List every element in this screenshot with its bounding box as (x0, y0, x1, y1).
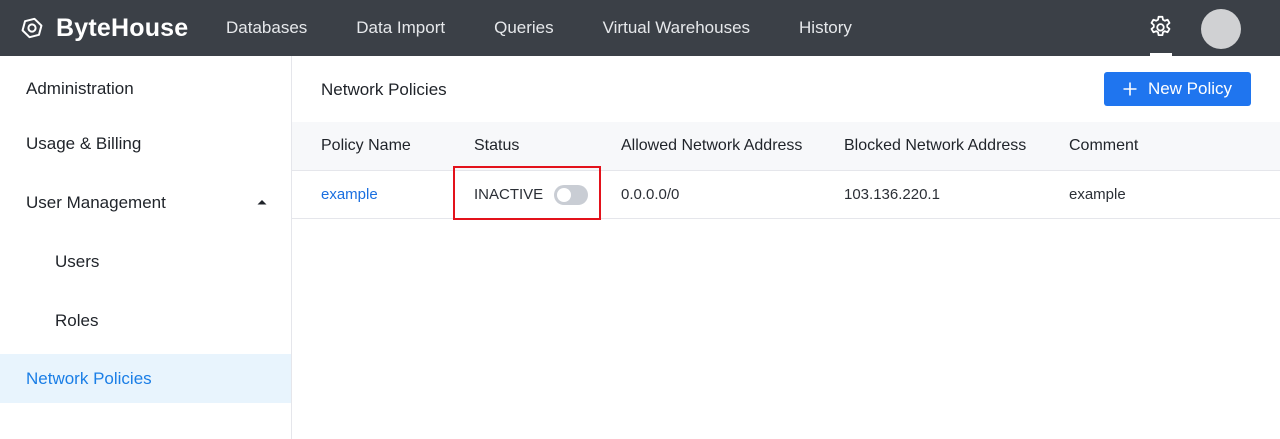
status-toggle-switch[interactable] (554, 184, 589, 205)
main-nav: Databases Data Import Queries Virtual Wa… (226, 0, 901, 56)
toggle-knob (557, 187, 572, 202)
brand-name: ByteHouse (56, 13, 189, 42)
user-avatar[interactable] (1201, 9, 1241, 49)
nav-item-databases[interactable]: Databases (226, 18, 307, 38)
column-header-policy-name: Policy Name (321, 137, 411, 154)
sidebar-item-network-policies[interactable]: Network Policies (0, 354, 291, 403)
new-policy-button[interactable]: New Policy (1104, 72, 1251, 106)
status-text: INACTIVE (474, 186, 544, 203)
main-content: Network Policies New Policy Policy Name … (292, 56, 1280, 439)
sidebar-heading-administration: Administration (26, 78, 134, 98)
sidebar-item-user-management[interactable]: User Management (0, 178, 291, 227)
sidebar-item-roles[interactable]: Roles (0, 296, 291, 345)
sidebar-item-label: Network Policies (26, 368, 152, 388)
column-header-comment: Comment (1069, 137, 1139, 154)
allowed-network-address: 0.0.0.0/0 (621, 186, 680, 203)
policy-name-link[interactable]: example (321, 171, 378, 218)
blocked-network-address: 103.136.220.1 (844, 186, 940, 203)
sidebar: Administration Usage & Billing User Mana… (0, 56, 292, 439)
status-cell: INACTIVE (474, 171, 589, 218)
nav-item-data-import[interactable]: Data Import (356, 18, 445, 38)
column-header-blocked-network-address: Blocked Network Address (844, 137, 1027, 154)
sidebar-item-label: Usage & Billing (26, 133, 142, 153)
nav-item-virtual-warehouses[interactable]: Virtual Warehouses (603, 18, 750, 38)
table-row: example INACTIVE 0.0.0.0/0 103.136.220.1… (292, 171, 1280, 219)
brand-logo[interactable]: ByteHouse (20, 12, 188, 44)
sidebar-item-label: Users (55, 251, 100, 271)
plus-icon (1123, 82, 1137, 96)
sidebar-item-label: User Management (26, 192, 166, 212)
chevron-up-icon (257, 200, 267, 205)
bytehouse-logo-icon (21, 17, 43, 39)
new-policy-label: New Policy (1147, 79, 1233, 98)
comment-cell: example (1069, 186, 1126, 203)
column-header-status: Status (474, 137, 520, 154)
nav-item-history[interactable]: History (799, 18, 852, 38)
page-title: Network Policies (321, 80, 447, 99)
sidebar-item-users[interactable]: Users (0, 237, 291, 286)
column-header-allowed-network-address: Allowed Network Address (621, 137, 803, 154)
sidebar-item-usage-billing[interactable]: Usage & Billing (0, 119, 291, 168)
sidebar-item-label: Roles (55, 310, 99, 330)
top-navigation-bar: ByteHouse Databases Data Import Queries … (0, 0, 1280, 56)
table-header: Policy Name Status Allowed Network Addre… (292, 122, 1280, 171)
settings-gear-icon[interactable] (1147, 14, 1174, 41)
nav-item-queries[interactable]: Queries (494, 18, 554, 38)
